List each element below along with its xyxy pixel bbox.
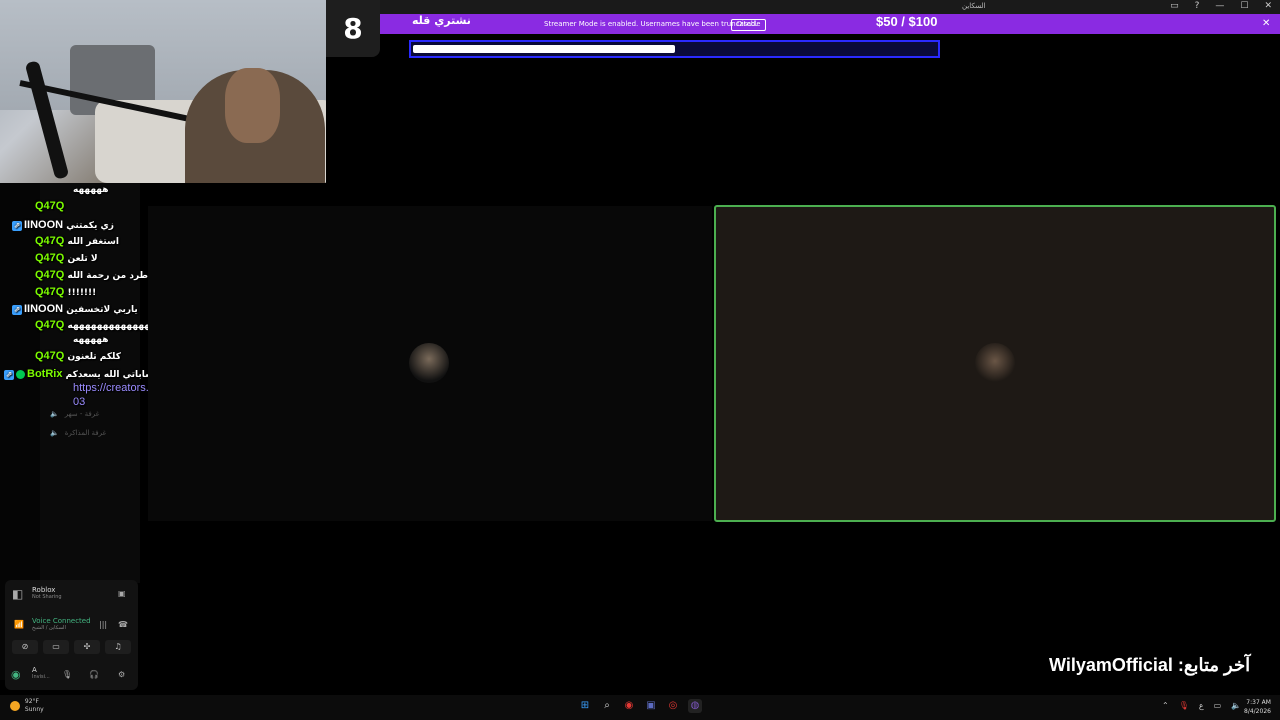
window-controls: ▭ ? — ☐ ✕ <box>1170 1 1272 11</box>
system-tray: ⌃ 🎙 ع ▭ 🔈 <box>1162 701 1241 710</box>
chat-message: Q47Q استغفر الله <box>35 235 119 247</box>
chat-message: Q47Q كلكم تلعنون <box>35 350 121 362</box>
goal-amount: $50 / $100 <box>876 14 938 29</box>
headphones-icon[interactable]: 🎧 <box>89 670 99 679</box>
disconnect-icon[interactable]: ☎ <box>118 620 128 629</box>
noise-suppression-icon[interactable]: ||| <box>99 620 107 629</box>
language-indicator[interactable]: ع <box>1199 701 1204 710</box>
minimize-icon[interactable]: — <box>1215 1 1224 11</box>
window-title: السكاين <box>962 2 986 10</box>
sun-icon <box>10 701 20 711</box>
microphone-tray-icon[interactable]: 🎙 <box>1179 701 1189 710</box>
browser-icon[interactable]: ◎ <box>666 699 680 713</box>
camera-toggle-button[interactable]: ⊘ <box>12 640 38 654</box>
chat-message: Q47Q <box>35 200 65 212</box>
search-icon[interactable]: ⌕ <box>600 699 614 713</box>
channel-item[interactable]: 🔈 غرفة - سهر <box>50 410 99 418</box>
microphone-icon[interactable]: 🎙 <box>62 670 72 679</box>
discord-icon[interactable]: ◍ <box>688 699 702 713</box>
signal-icon: 📶 <box>14 620 24 629</box>
roblox-icon: ◧ <box>12 587 24 601</box>
pin-badge-icon: ⇗ <box>4 369 14 380</box>
chat-message: Q47Q !!!!!!! <box>35 286 97 298</box>
pin-badge-icon: ⇗ <box>12 220 22 231</box>
chat-message: هههههه <box>73 185 109 195</box>
network-icon[interactable]: ▭ <box>1214 701 1222 710</box>
last-follower-label: WilyamOfficial :آخر متابع <box>1049 655 1251 675</box>
windows-taskbar: 92°F Sunny ⊞ ⌕ ◉ ▣ ◎ ◍ ⌃ 🎙 ع ▭ 🔈 7:37 AM 8… <box>0 695 1280 720</box>
chat-message: ⇗ IINOON زي يكمتني <box>12 219 114 231</box>
volume-icon[interactable]: 🔈 <box>1231 701 1241 710</box>
goal-progress-bar <box>409 40 940 58</box>
streamer-mode-message: Streamer Mode is enabled. Usernames have… <box>544 20 758 28</box>
avatar <box>975 343 1015 383</box>
windows-start-icon[interactable]: ⊞ <box>578 699 592 713</box>
soundboard-button[interactable]: ♫ <box>105 640 131 654</box>
weather-widget[interactable]: 92°F Sunny <box>10 698 44 714</box>
speaker-icon: 🔈 <box>50 429 59 437</box>
activity-label: Roblox Not Sharing <box>32 586 62 600</box>
disable-streamer-mode-button[interactable]: Disable <box>731 19 767 31</box>
clock[interactable]: 7:37 AM 8/4/2026 <box>1244 698 1271 716</box>
app-icon[interactable]: ▣ <box>644 699 658 713</box>
maximize-icon[interactable]: ☐ <box>1240 1 1248 11</box>
window-titlebar: السكاين ▭ ? — ☐ ✕ <box>326 0 1280 14</box>
avatar <box>409 343 449 383</box>
settings-gear-icon[interactable]: ⚙ <box>118 670 125 679</box>
chat-message: ⇗ IINOON ياربي لاتخسفين <box>12 303 138 315</box>
activities-button[interactable]: ✣ <box>74 640 100 654</box>
share-screen-button[interactable]: ▭ <box>43 640 69 654</box>
chrome-icon[interactable]: ◉ <box>622 699 636 713</box>
screen-share-icon[interactable]: ▣ <box>118 589 126 598</box>
close-window-icon[interactable]: ✕ <box>1264 1 1272 11</box>
user-info[interactable]: A Invisi... <box>32 666 50 680</box>
goal-progress-fill <box>413 45 675 53</box>
chat-message: هههههه <box>73 335 109 345</box>
inbox-icon[interactable]: ▭ <box>1170 1 1179 11</box>
speaker-icon: 🔈 <box>50 410 59 418</box>
avatar[interactable]: ◉ <box>11 668 21 681</box>
webcam-feed <box>0 0 326 183</box>
goal-title: نشتري قله <box>412 14 471 27</box>
pin-badge-icon: ⇗ <box>12 304 22 315</box>
verified-badge-icon <box>16 370 25 379</box>
discord-user-panel: ◧ Roblox Not Sharing ▣ 📶 Voice Connected… <box>5 580 138 690</box>
taskbar-apps: ⊞ ⌕ ◉ ▣ ◎ ◍ <box>578 699 702 713</box>
chat-link[interactable]: 03 <box>73 396 85 408</box>
goal-number: 8 <box>343 12 363 45</box>
channel-item[interactable]: 🔈 غرفة المذاكرة <box>50 429 106 437</box>
close-banner-icon[interactable]: ✕ <box>1262 18 1270 29</box>
goal-counter: 8 <box>326 0 380 57</box>
chat-message: Q47Q لا تلعن <box>35 252 98 264</box>
voice-status: Voice Connected السكاين / الشيخ <box>32 617 91 631</box>
help-icon[interactable]: ? <box>1195 1 1200 11</box>
chevron-up-icon[interactable]: ⌃ <box>1162 701 1169 710</box>
